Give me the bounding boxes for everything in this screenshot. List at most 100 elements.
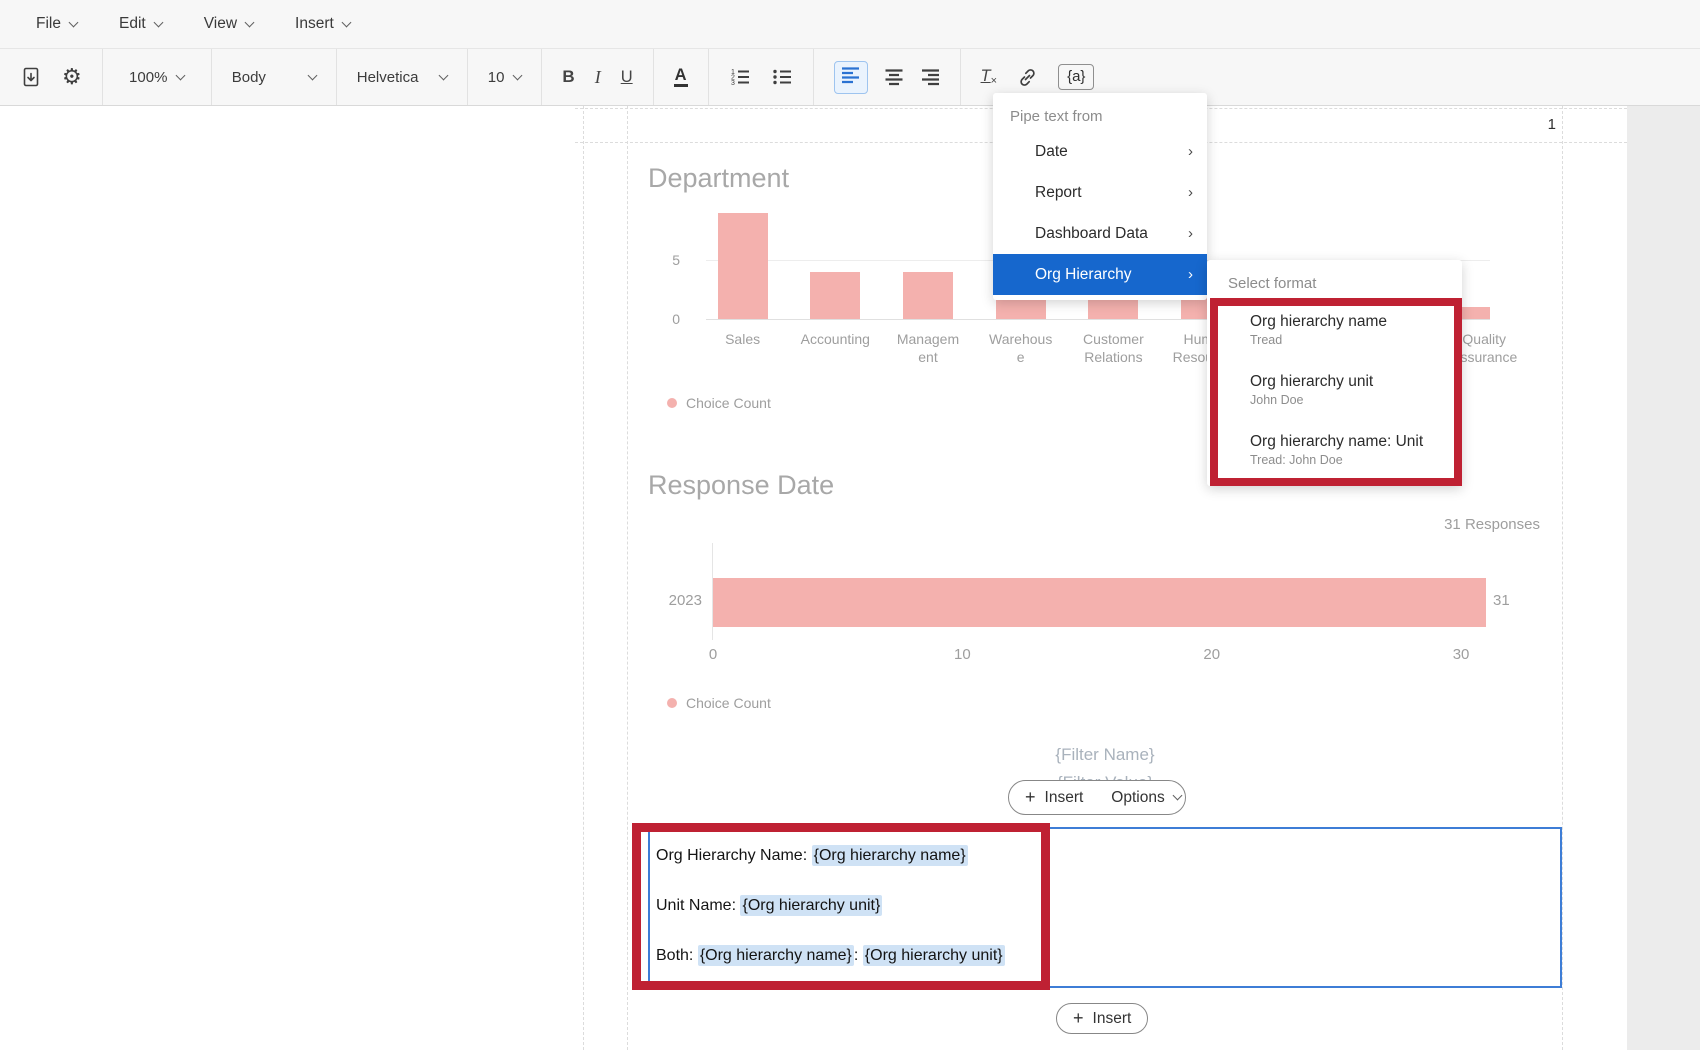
category-label: Customer Relations: [1078, 331, 1148, 367]
numbered-list-icon: 1 2 3: [729, 66, 751, 88]
bold-button[interactable]: B: [562, 67, 574, 87]
options-button[interactable]: Options: [1097, 789, 1194, 807]
align-center-button[interactable]: [884, 68, 904, 86]
legend-label: Choice Count: [686, 695, 771, 711]
x-tick-label: 20: [1192, 646, 1232, 663]
x-tick-label: 30: [1441, 646, 1481, 663]
category-label: Sales: [708, 331, 778, 349]
clear-formatting-t: T: [981, 67, 991, 85]
menu-bar: File Edit View Insert: [0, 0, 1700, 49]
legend-dot: [667, 398, 677, 408]
legend-label: Choice Count: [686, 395, 771, 411]
workspace-margin: [1627, 106, 1700, 1050]
settings-button[interactable]: ⚙: [62, 66, 82, 88]
chevron-down-icon[interactable]: [307, 70, 317, 80]
bottom-insert-button[interactable]: + Insert: [1056, 1003, 1148, 1034]
page-margin-guide: [583, 106, 584, 1050]
department-chart-legend: Choice Count: [667, 395, 771, 411]
align-right-button[interactable]: [920, 68, 940, 86]
chevron-down-icon: [341, 17, 351, 27]
formatting-toolbar: ⚙ 100% Body Helvetica 10: [0, 49, 1700, 106]
ordered-list-button[interactable]: 1 2 3: [729, 66, 751, 88]
align-right-icon: [920, 68, 940, 86]
font-name-value: Helvetica: [357, 69, 419, 86]
font-size-value: 10: [488, 69, 505, 86]
bar: [1459, 307, 1490, 319]
align-left-button[interactable]: [834, 61, 868, 94]
menu-item-label: Report: [1035, 184, 1082, 202]
pipe-menu-item-org-hierarchy[interactable]: Org Hierarchy ›: [993, 254, 1207, 295]
menu-item-label: Date: [1035, 143, 1068, 161]
align-left-icon: [841, 66, 861, 84]
x-tick-label: 0: [693, 646, 733, 663]
insert-link-button[interactable]: [1017, 67, 1038, 88]
link-icon: [1017, 67, 1038, 88]
pipe-menu-header: Pipe text from: [993, 101, 1207, 131]
category-label: Management: [893, 331, 963, 367]
menu-file[interactable]: File: [36, 15, 77, 33]
chevron-right-icon: ›: [1188, 266, 1193, 283]
font-size-select[interactable]: 10: [488, 69, 522, 86]
annotation-box-format-options: [1210, 298, 1462, 486]
zoom-value: 100%: [129, 69, 167, 86]
chevron-down-icon: [513, 70, 523, 80]
options-label: Options: [1111, 789, 1164, 807]
chevron-down-icon[interactable]: [438, 70, 448, 80]
format-menu-header: Select format: [1207, 268, 1462, 298]
plus-icon: +: [1073, 1009, 1084, 1027]
bar-value-label: 31: [1493, 592, 1510, 609]
category-label: 2023: [636, 592, 702, 609]
bar: [718, 213, 768, 319]
insert-label: Insert: [1093, 1010, 1132, 1028]
annotation-box-piped-text: [632, 823, 1050, 990]
chevron-down-icon: [153, 17, 163, 27]
page-margin-guide: [1562, 106, 1563, 1050]
responses-count: 31 Responses: [1300, 516, 1540, 533]
insert-button[interactable]: + Insert: [1009, 789, 1097, 807]
pipe-text-menu: Pipe text from Date › Report › Dashboard Dat…: [993, 93, 1207, 300]
pipe-menu-item-report[interactable]: Report ›: [993, 172, 1207, 213]
document-download-icon: [20, 66, 42, 88]
report-editor: File Edit View Insert ⚙: [0, 0, 1700, 1050]
zoom-select[interactable]: 100%: [129, 69, 184, 86]
chevron-down-icon: [1172, 791, 1182, 801]
insert-options-pill: + Insert Options: [1008, 780, 1186, 815]
filter-name-placeholder: {Filter Name}: [905, 745, 1305, 765]
y-tick-label: 0: [650, 311, 680, 327]
menu-insert-label: Insert: [295, 15, 334, 33]
response-chart-legend: Choice Count: [667, 695, 771, 711]
gear-icon: ⚙: [62, 66, 82, 88]
category-label: Warehouse: [986, 331, 1056, 367]
export-document-button[interactable]: [20, 66, 42, 88]
department-chart-title: Department: [648, 163, 789, 194]
underline-button[interactable]: U: [621, 68, 633, 87]
menu-edit[interactable]: Edit: [119, 15, 162, 33]
chevron-right-icon: ›: [1188, 184, 1193, 201]
menu-edit-label: Edit: [119, 15, 146, 33]
menu-view-label: View: [204, 15, 237, 33]
piped-text-button[interactable]: {a}: [1058, 64, 1094, 90]
bar-2023: [713, 578, 1486, 627]
bullet-list-button[interactable]: [771, 66, 793, 88]
pipe-menu-item-dashboard-data[interactable]: Dashboard Data›: [993, 213, 1207, 254]
bar: [810, 272, 860, 319]
italic-button[interactable]: I: [595, 67, 601, 88]
bar: [903, 272, 953, 319]
insert-label: Insert: [1045, 789, 1084, 807]
y-tick-label: 5: [650, 252, 680, 268]
menu-view[interactable]: View: [204, 15, 253, 33]
page-margin-guide: [627, 106, 628, 1050]
menu-insert[interactable]: Insert: [295, 15, 350, 33]
page-number: 1: [1520, 116, 1556, 133]
bullet-list-icon: [771, 66, 793, 88]
plus-icon: +: [1025, 788, 1036, 806]
legend-dot: [667, 698, 677, 708]
chevron-right-icon: ›: [1188, 143, 1193, 160]
chevron-down-icon: [69, 17, 79, 27]
paragraph-style-value: Body: [232, 69, 266, 86]
text-color-button[interactable]: A: [674, 67, 688, 88]
x-tick-label: 10: [942, 646, 982, 663]
menu-item-label: Org Hierarchy: [1035, 266, 1131, 284]
pipe-menu-item-date[interactable]: Date ›: [993, 131, 1207, 172]
clear-formatting-button[interactable]: T×: [981, 67, 998, 87]
